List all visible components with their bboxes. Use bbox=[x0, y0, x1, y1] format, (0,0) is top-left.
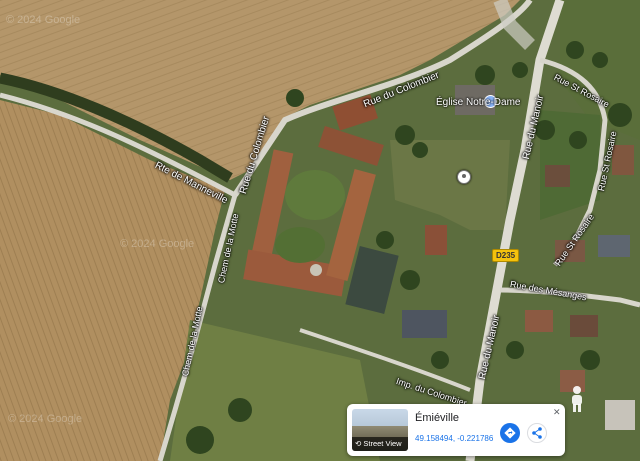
share-icon bbox=[532, 427, 542, 439]
directions-button[interactable] bbox=[500, 423, 520, 443]
church-label[interactable]: Église Notre-Dame bbox=[436, 97, 520, 108]
satellite-imagery bbox=[0, 0, 640, 461]
watermark: © 2024 Google bbox=[120, 238, 195, 250]
place-name[interactable]: Émiéville bbox=[415, 412, 459, 424]
coordinates-text[interactable]: 49.158494, -0.221786 bbox=[415, 434, 493, 443]
street-view-label: Street View bbox=[363, 439, 402, 448]
pegman-icon[interactable] bbox=[566, 385, 588, 413]
share-button[interactable] bbox=[527, 423, 547, 443]
street-view-thumbnail[interactable]: ⟲ Street View bbox=[352, 409, 408, 451]
satellite-map[interactable]: © 2024 Google © 2024 Google © 2024 Googl… bbox=[0, 0, 640, 461]
watermark: © 2024 Google bbox=[8, 413, 83, 425]
close-icon[interactable]: ✕ bbox=[553, 407, 561, 418]
directions-icon bbox=[504, 427, 516, 439]
location-info-card[interactable]: ⟲ Street View Émiéville 49.158494, -0.22… bbox=[347, 404, 565, 456]
route-badge: D235 bbox=[492, 249, 520, 262]
watermark: © 2024 Google bbox=[6, 14, 81, 26]
location-pin-icon[interactable] bbox=[457, 170, 471, 184]
street-view-bar[interactable]: ⟲ Street View bbox=[352, 437, 408, 451]
